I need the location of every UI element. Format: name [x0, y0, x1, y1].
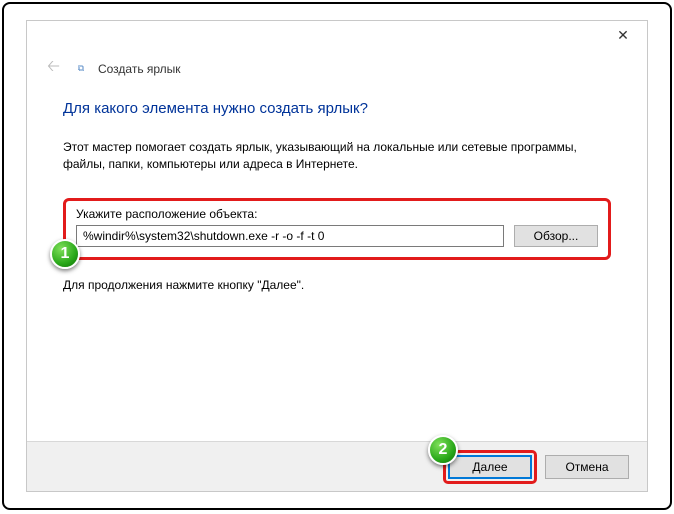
window-title: Создать ярлык: [98, 62, 181, 76]
close-icon: ✕: [617, 27, 629, 44]
next-button-highlight: Далее 2: [443, 450, 537, 484]
browse-button[interactable]: Обзор...: [514, 225, 598, 247]
description-text: Этот мастер помогает создать ярлык, указ…: [63, 139, 611, 174]
location-input[interactable]: [76, 225, 504, 247]
shortcut-icon: ⧉: [74, 62, 88, 76]
continue-hint: Для продолжения нажмите кнопку "Далее".: [63, 278, 611, 292]
next-button[interactable]: Далее: [448, 455, 532, 479]
cancel-button[interactable]: Отмена: [545, 455, 629, 479]
titlebar: ✕: [27, 21, 647, 49]
header-row: 🡠 ⧉ Создать ярлык: [27, 49, 647, 82]
input-row: Обзор...: [76, 225, 598, 247]
annotation-badge-2: 2: [428, 435, 458, 465]
back-arrow-icon[interactable]: 🡠: [43, 55, 64, 82]
page-heading: Для какого элемента нужно создать ярлык?: [63, 100, 611, 117]
create-shortcut-dialog: ✕ 🡠 ⧉ Создать ярлык Для какого элемента …: [26, 20, 648, 492]
annotation-badge-1: 1: [50, 239, 80, 269]
location-highlight: Укажите расположение объекта: Обзор... 1: [63, 198, 611, 260]
location-label: Укажите расположение объекта:: [76, 207, 598, 221]
dialog-footer: Далее 2 Отмена: [27, 441, 647, 491]
close-button[interactable]: ✕: [603, 23, 643, 47]
content-area: Для какого элемента нужно создать ярлык?…: [27, 82, 647, 292]
